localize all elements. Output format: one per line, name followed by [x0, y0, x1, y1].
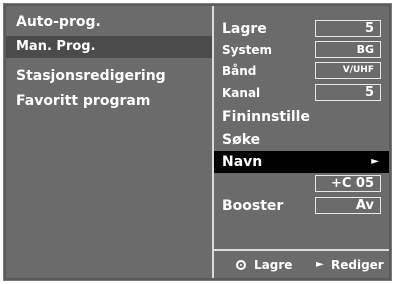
fininnstille-label: Fininnstille — [222, 109, 310, 125]
kanal-label: Kanal — [222, 86, 261, 100]
lagre-row[interactable]: Lagre 5 — [214, 18, 389, 40]
band-label: Bånd — [222, 64, 257, 78]
navn-value-row[interactable]: +C 05 — [214, 173, 389, 195]
soke-row[interactable]: Søke — [214, 129, 389, 151]
lagre-value[interactable]: 5 — [315, 20, 381, 37]
footer-divider — [214, 249, 389, 251]
soke-label: Søke — [222, 132, 261, 148]
menu-item-stasjonsredigering[interactable]: Stasjonsredigering — [6, 65, 212, 87]
menu-item-man-prog[interactable]: Man. Prog. — [6, 36, 212, 58]
system-label: System — [222, 43, 272, 57]
menu-item-label: Man. Prog. — [16, 39, 96, 54]
kanal-value[interactable]: 5 — [315, 84, 381, 101]
booster-row[interactable]: Booster Av — [214, 195, 389, 217]
band-value[interactable]: V/UHF — [315, 62, 381, 79]
program-menu: Auto-prog. Man. Prog. Stasjonsredigering… — [6, 6, 212, 278]
menu-item-auto-prog[interactable]: Auto-prog. — [6, 11, 212, 33]
circle-button-icon — [236, 254, 246, 276]
band-row[interactable]: Bånd V/UHF — [214, 60, 389, 82]
rediger-hint: Rediger — [331, 258, 384, 272]
navn-value[interactable]: +C 05 — [315, 175, 381, 192]
navn-row[interactable]: Navn ► — [214, 151, 389, 173]
lagre-hint: Lagre — [254, 258, 293, 272]
menu-item-label: Auto-prog. — [16, 14, 101, 30]
manual-programming-panel: Lagre 5 System BG Bånd V/UHF Kanal 5 Fin… — [214, 6, 389, 278]
kanal-row[interactable]: Kanal 5 — [214, 82, 389, 104]
fininnstille-row[interactable]: Fininnstille — [214, 106, 389, 128]
system-value[interactable]: BG — [315, 41, 381, 58]
booster-value[interactable]: Av — [315, 197, 381, 214]
footer-hints: Lagre ► Rediger — [214, 254, 389, 276]
navn-label: Navn — [222, 154, 263, 170]
menu-item-favoritt-program[interactable]: Favoritt program — [6, 90, 212, 112]
menu-item-label: Favoritt program — [16, 93, 151, 109]
lagre-label: Lagre — [222, 21, 267, 37]
menu-item-label: Stasjonsredigering — [16, 68, 166, 84]
play-arrow-icon: ► — [316, 259, 324, 270]
system-row[interactable]: System BG — [214, 39, 389, 61]
booster-label: Booster — [222, 198, 284, 214]
right-arrow-icon: ► — [371, 156, 379, 167]
